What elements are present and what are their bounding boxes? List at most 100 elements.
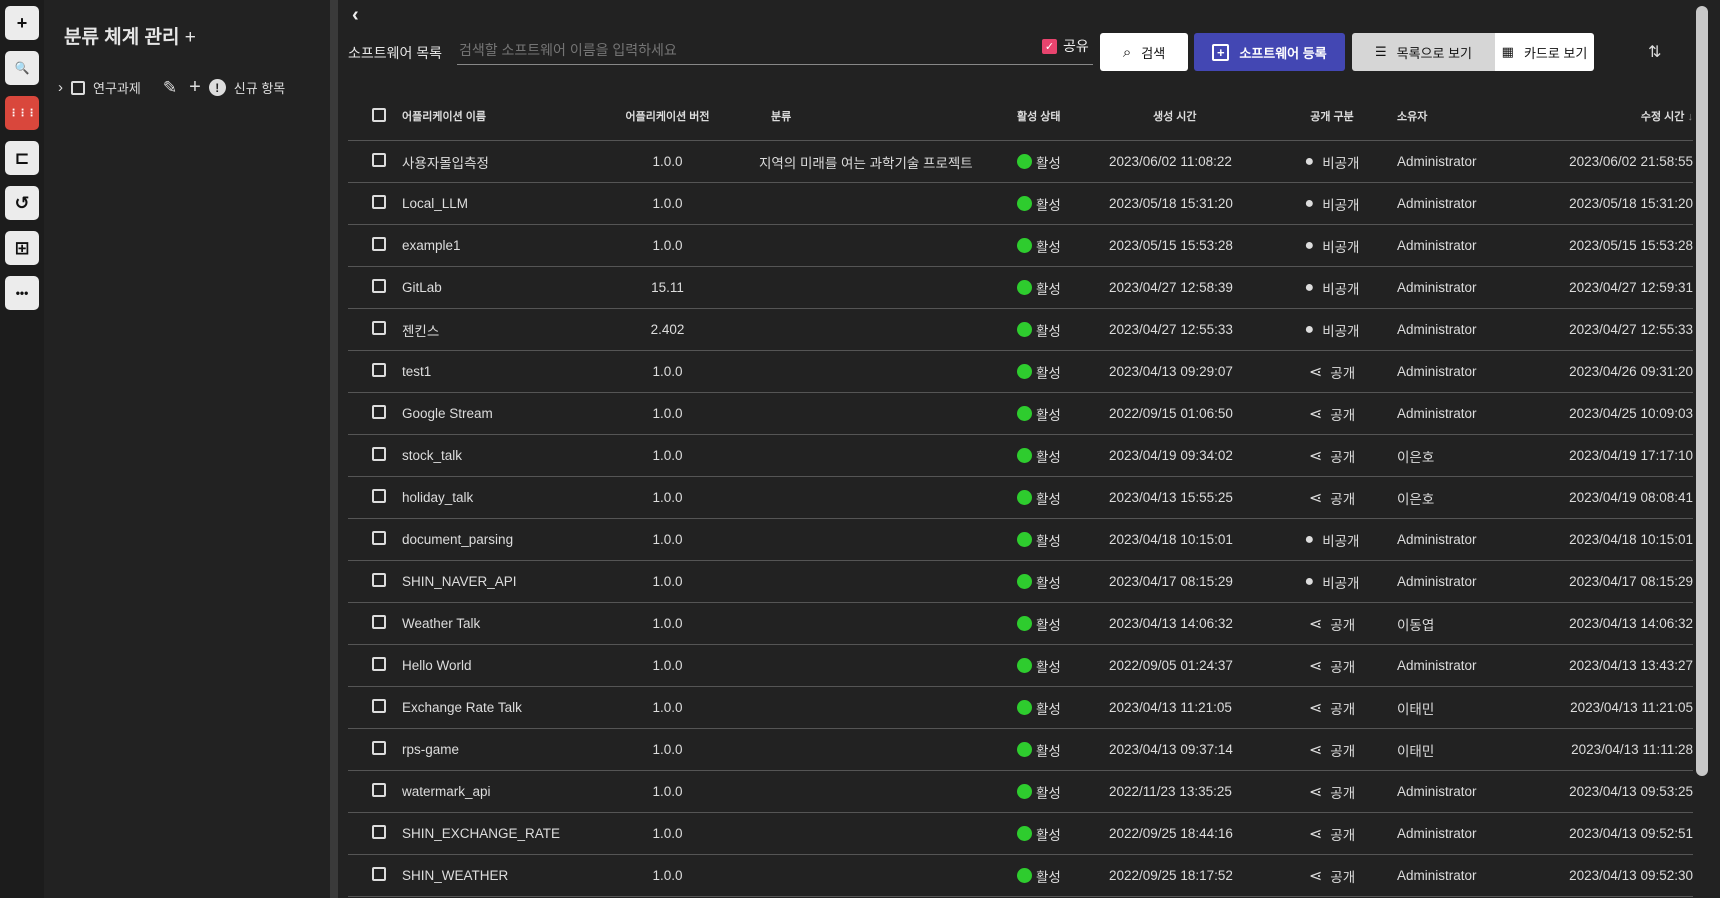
table-row[interactable]: document_parsing 1.0.0 활성 2023/04/18 10:… — [348, 519, 1693, 561]
person-icon: ● — [1304, 152, 1315, 170]
header-version[interactable]: 어플리케이션 버전 — [602, 108, 733, 124]
table-row[interactable]: test1 1.0.0 활성 2023/04/13 09:29:07 ⋖ 공개 A… — [348, 351, 1693, 393]
header-modified[interactable]: 수정 시간 ↓ — [1527, 108, 1693, 124]
clipboard-search-icon[interactable]: 🔍 — [5, 51, 39, 85]
row-checkbox[interactable] — [372, 489, 386, 503]
tree-item-research[interactable]: › 연구과제 ✎ + ! 신규 항목 — [58, 76, 285, 99]
app-name[interactable]: Exchange Rate Talk — [402, 700, 602, 715]
app-name[interactable]: SHIN_EXCHANGE_RATE — [402, 826, 602, 841]
table-row[interactable]: Weather Talk 1.0.0 활성 2023/04/13 14:06:3… — [348, 603, 1693, 645]
history-icon[interactable]: ↺ — [5, 186, 39, 220]
table-row[interactable]: holiday_talk 1.0.0 활성 2023/04/13 15:55:2… — [348, 477, 1693, 519]
owner: Administrator — [1397, 238, 1477, 253]
select-all-checkbox[interactable] — [372, 107, 386, 122]
more-icon[interactable]: ••• — [5, 276, 39, 310]
app-name[interactable]: Weather Talk — [402, 616, 602, 631]
row-checkbox[interactable] — [372, 825, 386, 839]
apps-grid-icon[interactable]: ⋮⋮⋮ — [5, 96, 39, 130]
owner: 이태민 — [1397, 743, 1435, 759]
app-name[interactable]: example1 — [402, 238, 602, 253]
app-name[interactable]: Google Stream — [402, 406, 602, 421]
row-checkbox[interactable] — [372, 447, 386, 461]
search-input[interactable] — [457, 36, 1093, 65]
row-checkbox[interactable] — [372, 573, 386, 587]
row-checkbox[interactable] — [372, 783, 386, 797]
hierarchy-icon[interactable]: ⊏ — [5, 141, 39, 175]
row-checkbox[interactable] — [372, 615, 386, 629]
visibility: ⋖ 공개 — [1308, 825, 1356, 843]
add-taxonomy-button[interactable]: + — [185, 27, 196, 48]
app-name[interactable]: watermark_api — [402, 784, 602, 799]
header-category[interactable]: 분류 — [733, 108, 1017, 124]
table-row[interactable]: Local_LLM 1.0.0 활성 2023/05/18 15:31:20 ●… — [348, 183, 1693, 225]
expand-chevron-icon[interactable]: › — [58, 79, 63, 96]
table-row[interactable]: Google Stream 1.0.0 활성 2022/09/15 01:06:… — [348, 393, 1693, 435]
search-button[interactable]: ⌕ 검색 — [1100, 33, 1188, 71]
list-icon: ☰ — [1374, 44, 1387, 59]
sort-toggle-icon[interactable]: ⇅ — [1648, 42, 1661, 62]
row-checkbox[interactable] — [372, 699, 386, 713]
header-visibility[interactable]: 공개 구분 — [1277, 108, 1387, 124]
header-status[interactable]: 활성 상태 — [1017, 108, 1107, 124]
app-name[interactable]: document_parsing — [402, 532, 602, 547]
app-name[interactable]: holiday_talk — [402, 490, 602, 505]
table-row[interactable]: example1 1.0.0 활성 2023/05/15 15:53:28 ● 비… — [348, 225, 1693, 267]
row-checkbox[interactable] — [372, 867, 386, 881]
person-icon: ● — [1304, 530, 1315, 548]
person-icon: ● — [1304, 320, 1315, 338]
status-dot-icon — [1017, 868, 1032, 883]
table-row[interactable]: SHIN_WEATHER 1.0.0 활성 2022/09/25 18:17:5… — [348, 855, 1693, 897]
app-name[interactable]: GitLab — [402, 280, 602, 295]
table-row[interactable]: 젠킨스 2.402 활성 2023/04/27 12:55:33 ● 비공개 Ad… — [348, 309, 1693, 351]
table-row[interactable]: stock_talk 1.0.0 활성 2023/04/19 09:34:02 … — [348, 435, 1693, 477]
modified-time: 2023/05/15 15:53:28 — [1569, 238, 1693, 253]
row-checkbox[interactable] — [372, 279, 386, 293]
share-label: 공유 — [1063, 38, 1089, 54]
new-item-label[interactable]: 신규 항목 — [234, 78, 285, 97]
list-view-button[interactable]: ☰ 목록으로 보기 — [1352, 33, 1495, 71]
header-created[interactable]: 생성 시간 — [1107, 108, 1277, 124]
table-row[interactable]: Exchange Rate Talk 1.0.0 활성 2023/04/13 1… — [348, 687, 1693, 729]
dashboard-icon[interactable]: ⊞ — [5, 231, 39, 265]
table-row[interactable]: watermark_api 1.0.0 활성 2022/11/23 13:35:… — [348, 771, 1693, 813]
back-chevron-icon[interactable]: ‹ — [352, 4, 359, 27]
row-checkbox[interactable] — [372, 741, 386, 755]
tree-checkbox[interactable] — [71, 80, 85, 95]
table-row[interactable]: SHIN_EXCHANGE_RATE 1.0.0 활성 2022/09/25 1… — [348, 813, 1693, 855]
scrollbar[interactable] — [1696, 6, 1708, 776]
owner: Administrator — [1397, 196, 1477, 211]
header-owner[interactable]: 소유자 — [1387, 108, 1527, 124]
share-checkbox[interactable]: ✓ — [1042, 38, 1057, 54]
table-row[interactable]: GitLab 15.11 활성 2023/04/27 12:58:39 ● 비공개… — [348, 267, 1693, 309]
app-name[interactable]: Hello World — [402, 658, 602, 673]
app-name[interactable]: 사용자몰입측정 — [402, 152, 602, 172]
pencil-icon[interactable]: ✎ — [163, 78, 177, 98]
row-checkbox[interactable] — [372, 195, 386, 209]
row-checkbox[interactable] — [372, 237, 386, 251]
row-checkbox[interactable] — [372, 405, 386, 419]
app-name[interactable]: 젠킨스 — [402, 320, 602, 340]
table-row[interactable]: rps-game 1.0.0 활성 2023/04/13 09:37:14 ⋖ 공… — [348, 729, 1693, 771]
header-name[interactable]: 어플리케이션 이름 — [402, 108, 602, 124]
row-checkbox[interactable] — [372, 531, 386, 545]
share-filter[interactable]: ✓ 공유 — [1042, 36, 1089, 56]
app-name[interactable]: Local_LLM — [402, 196, 602, 211]
app-name[interactable]: stock_talk — [402, 448, 602, 463]
table-row[interactable]: SHIN_NAVER_API 1.0.0 활성 2023/04/17 08:15… — [348, 561, 1693, 603]
row-checkbox[interactable] — [372, 657, 386, 671]
plus-icon[interactable]: + — [189, 76, 201, 99]
status-badge: 활성 — [1017, 572, 1107, 592]
app-name[interactable]: rps-game — [402, 742, 602, 757]
app-name[interactable]: SHIN_NAVER_API — [402, 574, 602, 589]
card-view-button[interactable]: ▦ 카드로 보기 — [1495, 33, 1594, 71]
panel-resize-handle[interactable] — [330, 0, 338, 898]
app-name[interactable]: SHIN_WEATHER — [402, 868, 602, 883]
table-row[interactable]: 사용자몰입측정 1.0.0 지역의 미래를 여는 과학기술 프로젝트 활성 20… — [348, 141, 1693, 183]
table-row[interactable]: Hello World 1.0.0 활성 2022/09/05 01:24:37… — [348, 645, 1693, 687]
app-name[interactable]: test1 — [402, 364, 602, 379]
plus-icon[interactable]: + — [5, 6, 39, 40]
row-checkbox[interactable] — [372, 153, 386, 167]
row-checkbox[interactable] — [372, 363, 386, 377]
row-checkbox[interactable] — [372, 321, 386, 335]
register-software-button[interactable]: + 소프트웨어 등록 — [1194, 33, 1345, 71]
